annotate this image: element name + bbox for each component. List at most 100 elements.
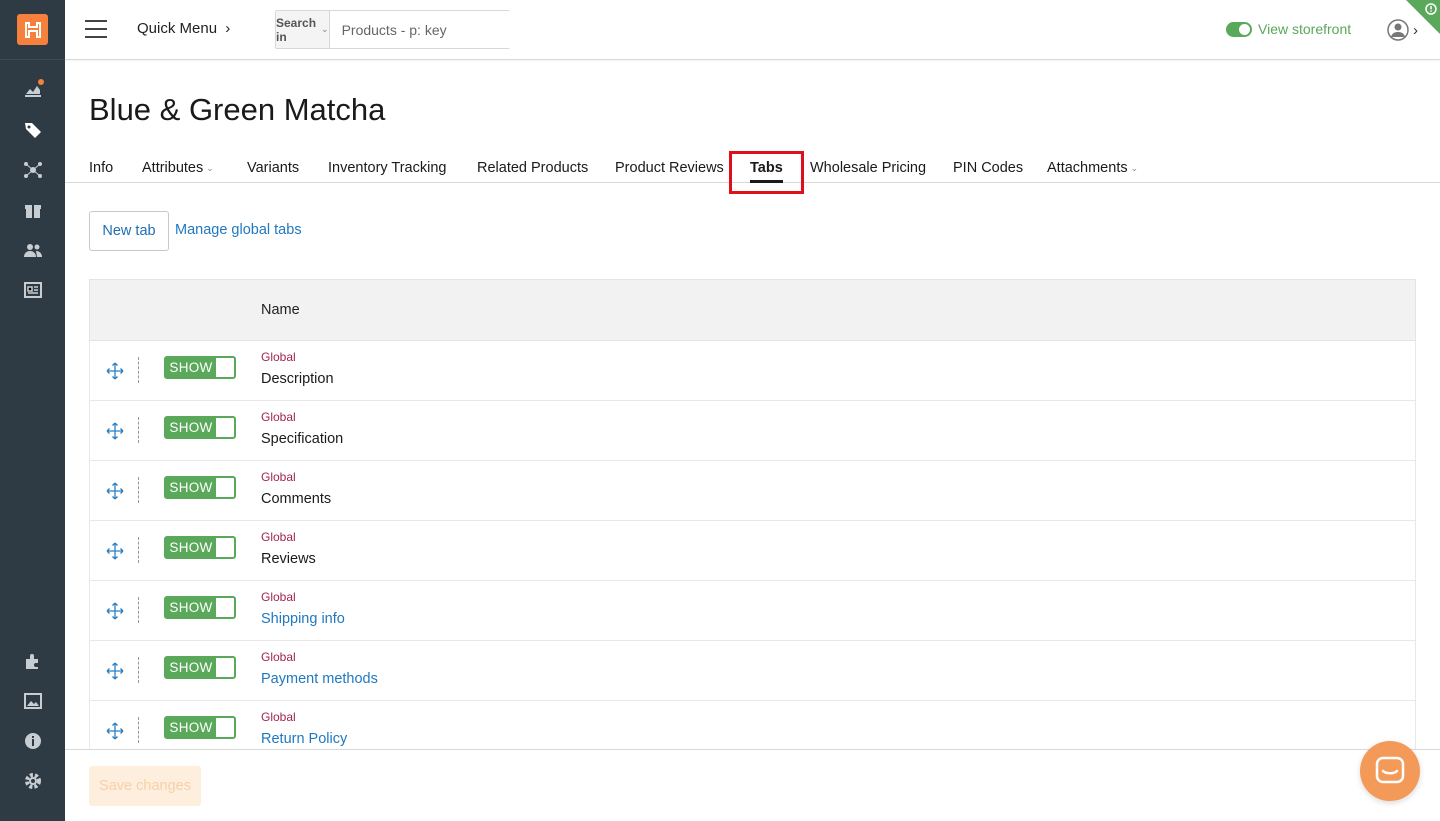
info-icon[interactable]	[22, 730, 44, 752]
tab-attributes[interactable]: Attributes ⌄	[142, 160, 214, 176]
drag-move-icon[interactable]	[106, 542, 124, 560]
tab-scope-label: Global	[261, 350, 296, 364]
page-title: Blue & Green Matcha	[89, 92, 386, 127]
table-row: SHOW Global Reviews	[89, 521, 1416, 581]
show-toggle[interactable]: SHOW	[164, 716, 236, 739]
chevron-down-icon: ⌄	[321, 24, 329, 34]
notification-corner-icon[interactable]	[1406, 0, 1440, 34]
tab-label: Wholesale Pricing	[810, 160, 927, 176]
tab-wholesale-pricing[interactable]: Wholesale Pricing	[810, 160, 926, 176]
show-toggle-label: SHOW	[166, 418, 216, 437]
show-toggle[interactable]: SHOW	[164, 656, 236, 679]
new-tab-button[interactable]: New tab	[89, 211, 169, 251]
tab-scope-label: Global	[261, 530, 296, 544]
addons-puzzle-icon[interactable]	[22, 650, 44, 672]
notification-dot	[38, 79, 44, 85]
row-divider	[138, 597, 139, 623]
show-toggle-label: SHOW	[166, 358, 216, 377]
tab-label: Variants	[247, 160, 300, 176]
table-row: SHOW Global Payment methods	[89, 641, 1416, 701]
drag-move-icon[interactable]	[106, 422, 124, 440]
app-logo-icon[interactable]	[17, 14, 48, 45]
tab-label: Info	[89, 160, 114, 176]
show-toggle[interactable]: SHOW	[164, 536, 236, 559]
tab-scope-label: Global	[261, 410, 296, 424]
tab-name: Description	[261, 371, 334, 387]
search-in-label: Search in	[276, 15, 317, 44]
tab-inventory-tracking[interactable]: Inventory Tracking	[328, 160, 446, 176]
chevron-right-icon: ›	[225, 20, 231, 37]
quick-menu-button[interactable]: Quick Menu ›	[137, 20, 230, 37]
search-input[interactable]	[329, 11, 535, 48]
save-changes-button[interactable]: Save changes	[89, 766, 201, 806]
footer-bar: Save changes	[65, 749, 1440, 821]
tab-info[interactable]: Info	[89, 160, 113, 176]
tab-label: Inventory Tracking	[328, 160, 447, 176]
show-toggle[interactable]: SHOW	[164, 356, 236, 379]
row-divider	[138, 357, 139, 383]
tabs-table: Name SHOW Global Description SHOW Global Spec…	[89, 279, 1416, 761]
content-pages-icon[interactable]	[22, 279, 44, 301]
active-tab-highlight	[729, 151, 804, 194]
show-toggle-label: SHOW	[166, 598, 216, 617]
tab-name[interactable]: Return Policy	[261, 731, 347, 747]
row-divider	[138, 657, 139, 683]
products-tag-icon[interactable]	[22, 119, 44, 141]
tab-name[interactable]: Payment methods	[261, 671, 378, 687]
show-toggle[interactable]: SHOW	[164, 476, 236, 499]
drag-move-icon[interactable]	[106, 482, 124, 500]
tab-name: Specification	[261, 431, 344, 447]
tab-related-products[interactable]: Related Products	[477, 160, 588, 176]
show-toggle-label: SHOW	[166, 658, 216, 677]
tab-scope-label: Global	[261, 710, 296, 724]
chat-widget-button[interactable]	[1360, 741, 1420, 801]
search-in-dropdown[interactable]: Search in ⌄	[276, 11, 330, 48]
storefront-toggle-icon	[1226, 21, 1252, 37]
table-row: SHOW Global Description	[89, 341, 1416, 401]
network-icon[interactable]	[22, 159, 44, 181]
tab-product-reviews[interactable]: Product Reviews	[615, 160, 724, 176]
manage-global-tabs-link[interactable]: Manage global tabs	[175, 222, 302, 238]
table-row: SHOW Global Comments	[89, 461, 1416, 521]
tab-variants[interactable]: Variants	[247, 160, 299, 176]
row-divider	[138, 417, 139, 443]
tab-attachments[interactable]: Attachments ⌄	[1047, 160, 1138, 176]
images-icon[interactable]	[22, 690, 44, 712]
view-storefront-link[interactable]: View storefront	[1226, 21, 1351, 37]
tab-name[interactable]: Shipping info	[261, 611, 345, 627]
show-toggle[interactable]: SHOW	[164, 416, 236, 439]
view-storefront-label: View storefront	[1258, 21, 1352, 37]
show-toggle-label: SHOW	[166, 718, 216, 737]
drag-move-icon[interactable]	[106, 362, 124, 380]
tab-scope-label: Global	[261, 590, 296, 604]
users-icon[interactable]	[22, 239, 44, 261]
tab-label: Attachments	[1047, 160, 1128, 176]
show-toggle-label: SHOW	[166, 538, 216, 557]
drag-move-icon[interactable]	[106, 722, 124, 740]
drag-move-icon[interactable]	[106, 602, 124, 620]
chevron-down-icon: ⌄	[206, 162, 214, 173]
settings-gear-icon[interactable]	[22, 770, 44, 792]
dashboard-icon[interactable]	[22, 79, 44, 101]
top-header: Quick Menu › Search in ⌄ View storefront…	[65, 0, 1440, 60]
drag-move-icon[interactable]	[106, 662, 124, 680]
tab-name: Comments	[261, 491, 332, 507]
tab-label: Attributes	[142, 160, 204, 176]
row-divider	[138, 717, 139, 743]
show-toggle-label: SHOW	[166, 478, 216, 497]
table-row: SHOW Global Specification	[89, 401, 1416, 461]
hamburger-menu-icon[interactable]	[85, 20, 107, 38]
sidebar	[0, 0, 65, 821]
name-column-header: Name	[261, 302, 300, 318]
quick-menu-label: Quick Menu	[137, 20, 218, 37]
chat-icon	[1375, 756, 1405, 784]
show-toggle[interactable]: SHOW	[164, 596, 236, 619]
gift-icon[interactable]	[22, 199, 44, 221]
table-header: Name	[89, 279, 1416, 341]
search-bar: Search in ⌄	[275, 10, 535, 49]
tab-scope-label: Global	[261, 650, 296, 664]
tab-pin-codes[interactable]: PIN Codes	[953, 160, 1023, 176]
sidebar-divider	[0, 59, 65, 60]
row-divider	[138, 537, 139, 563]
chevron-down-icon: ⌄	[1130, 162, 1139, 173]
